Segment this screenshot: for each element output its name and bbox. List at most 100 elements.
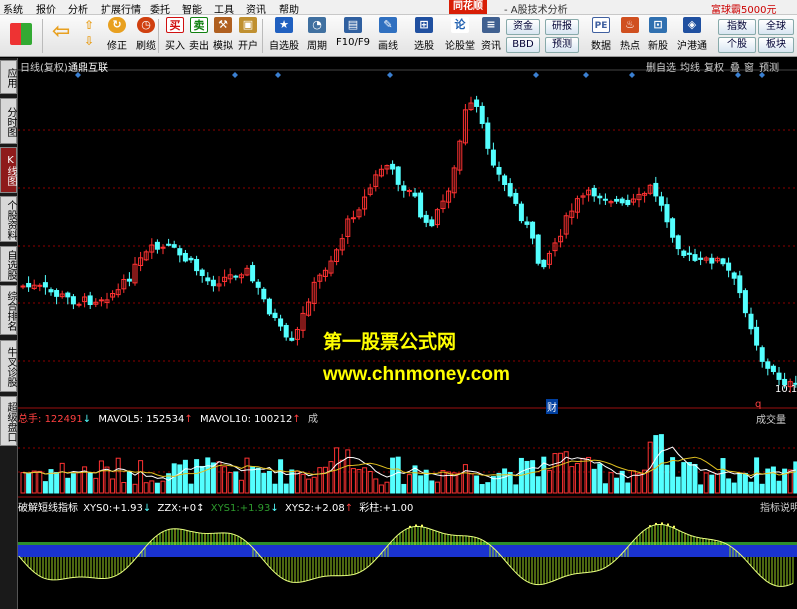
candle-body bbox=[479, 105, 485, 124]
up-arrow-icon: ⇧ bbox=[83, 18, 95, 32]
scroll-buttons[interactable]: ⇧ ⇩ bbox=[78, 17, 100, 55]
forum-button[interactable]: 论 论股堂 bbox=[440, 17, 480, 55]
volume-bar bbox=[194, 459, 200, 494]
period-button[interactable]: ◔ 周期 bbox=[302, 17, 332, 55]
alert-button[interactable]: ◷ 刷缆 bbox=[131, 17, 161, 55]
candle-body bbox=[54, 290, 60, 297]
research-button[interactable]: 研报 bbox=[545, 19, 579, 35]
indicator-band bbox=[18, 545, 797, 557]
volume-bar bbox=[322, 466, 328, 494]
buy-icon: 买 bbox=[166, 17, 184, 33]
candle-body bbox=[490, 149, 496, 166]
remove-watchlist-link[interactable]: 删自选 bbox=[646, 59, 676, 74]
xys0-label: XYS0: bbox=[83, 503, 113, 514]
candle-body bbox=[502, 175, 508, 186]
candle-body bbox=[87, 295, 93, 306]
stock-button[interactable]: 个股 bbox=[718, 37, 756, 53]
tab-stock-info[interactable]: 个股资料 bbox=[0, 196, 17, 242]
sell-icon: 卖 bbox=[190, 17, 208, 33]
candle-body bbox=[602, 198, 608, 201]
tab-super-panel[interactable]: 超级盘口 bbox=[0, 396, 17, 446]
index-button[interactable]: 指数 bbox=[718, 19, 756, 35]
volume-bar bbox=[502, 468, 508, 494]
menu-quote[interactable]: 报价 bbox=[36, 1, 56, 16]
refresh-button[interactable]: ↻ 修正 bbox=[102, 17, 132, 55]
hot-button[interactable]: ♨ 热点 bbox=[615, 17, 645, 55]
volume-bar bbox=[440, 470, 446, 494]
volume-bar bbox=[98, 460, 104, 494]
candle-body bbox=[406, 189, 412, 192]
candle-body bbox=[76, 303, 82, 306]
candle-body bbox=[507, 183, 513, 197]
volume-bar bbox=[110, 478, 116, 494]
f10-button[interactable]: ▤ F10/F9 bbox=[333, 17, 373, 55]
tab-intraday[interactable]: 分时图 bbox=[0, 98, 17, 144]
menu-system[interactable]: 系统 bbox=[3, 1, 23, 16]
ma-toggle[interactable]: 均线 bbox=[680, 59, 700, 74]
period-label: 周期 bbox=[307, 41, 327, 52]
forecast-button[interactable]: 预测 bbox=[545, 37, 579, 53]
global-button[interactable]: 全球 bbox=[758, 19, 794, 35]
candle-body bbox=[154, 241, 160, 250]
volume-bar bbox=[535, 476, 541, 494]
forum-label: 论股堂 bbox=[445, 41, 475, 52]
adjust-toggle[interactable]: 复权 bbox=[704, 59, 724, 74]
overlay-toggle[interactable]: 叠 bbox=[730, 59, 740, 74]
volume-bar bbox=[720, 458, 726, 494]
volume-bar bbox=[597, 463, 603, 494]
capital-button[interactable]: 资金 bbox=[506, 19, 540, 35]
volume-bar bbox=[558, 452, 564, 494]
tab-kline[interactable]: K线图 bbox=[0, 147, 17, 193]
stock-select-button[interactable]: ⊞ 选股 bbox=[409, 17, 439, 55]
indicator-help-link[interactable]: 指标说明 bbox=[760, 499, 797, 514]
volume-bar bbox=[283, 483, 289, 494]
data-button[interactable]: PE 数据 bbox=[586, 17, 616, 55]
volume-bar bbox=[31, 470, 37, 494]
hot-label: 热点 bbox=[620, 41, 640, 52]
volume-bar bbox=[345, 449, 351, 494]
sector-button[interactable]: 板块 bbox=[758, 37, 794, 53]
indicator-name[interactable]: 破解短线指标 bbox=[18, 503, 78, 514]
watchlist-button[interactable]: ★ 自选股 bbox=[264, 17, 304, 55]
volume-bar bbox=[614, 477, 620, 494]
volume-bar bbox=[429, 480, 435, 494]
bbd-button[interactable]: BBD bbox=[506, 37, 540, 53]
menu-smart[interactable]: 智能 bbox=[182, 1, 202, 16]
finance-marker[interactable]: 财 bbox=[546, 399, 558, 414]
menu-help[interactable]: 帮助 bbox=[279, 1, 299, 16]
window-toggle[interactable]: 窗 bbox=[744, 59, 754, 74]
volume-bar bbox=[37, 470, 43, 494]
news-icon: ≡ bbox=[482, 17, 500, 33]
open-account-button[interactable]: ▣ 开户 bbox=[233, 17, 263, 55]
volume-bar bbox=[434, 481, 440, 494]
candle-body bbox=[233, 275, 239, 278]
chart-area[interactable]: 日线(复权) 通鼎互联 删自选 均线 复权 叠 窗 预测 10.1 财 q 总手… bbox=[18, 58, 797, 609]
stock-name: 通鼎互联 bbox=[68, 63, 108, 74]
news-button[interactable]: ≡ 资讯 bbox=[476, 17, 506, 55]
volume-bar bbox=[188, 483, 194, 494]
hk-connect-button[interactable]: ◈ 沪港通 bbox=[668, 17, 716, 55]
menu-extended-quote[interactable]: 扩展行情 bbox=[101, 1, 141, 16]
menu-trade[interactable]: 委托 bbox=[150, 1, 170, 16]
forecast-toggle[interactable]: 预测 bbox=[759, 59, 779, 74]
menu-news[interactable]: 资讯 bbox=[246, 1, 266, 16]
tab-apps[interactable]: 应用 bbox=[0, 60, 17, 94]
draw-line-button[interactable]: ✎ 画线 bbox=[373, 17, 403, 55]
candle-body bbox=[742, 290, 748, 314]
tab-watchlist[interactable]: 自选股 bbox=[0, 246, 17, 282]
candle-body bbox=[48, 289, 54, 293]
volume-bar bbox=[726, 478, 732, 494]
layout-button[interactable] bbox=[6, 17, 36, 55]
candle-body bbox=[653, 182, 659, 197]
menu-tools[interactable]: 工具 bbox=[214, 1, 234, 16]
candle-body bbox=[731, 272, 737, 279]
tab-ranking[interactable]: 综合排名 bbox=[0, 285, 17, 335]
promo-link[interactable]: 富球霸5000元 bbox=[711, 1, 776, 16]
back-button[interactable]: ⇦ bbox=[46, 17, 76, 55]
volume-bar bbox=[692, 463, 698, 494]
tab-diagnosis[interactable]: 牛叉诊股 bbox=[0, 340, 17, 392]
volume-bar bbox=[395, 456, 401, 494]
candle-body bbox=[485, 122, 491, 149]
menu-analysis[interactable]: 分析 bbox=[68, 1, 88, 16]
data-label: 数据 bbox=[591, 41, 611, 52]
